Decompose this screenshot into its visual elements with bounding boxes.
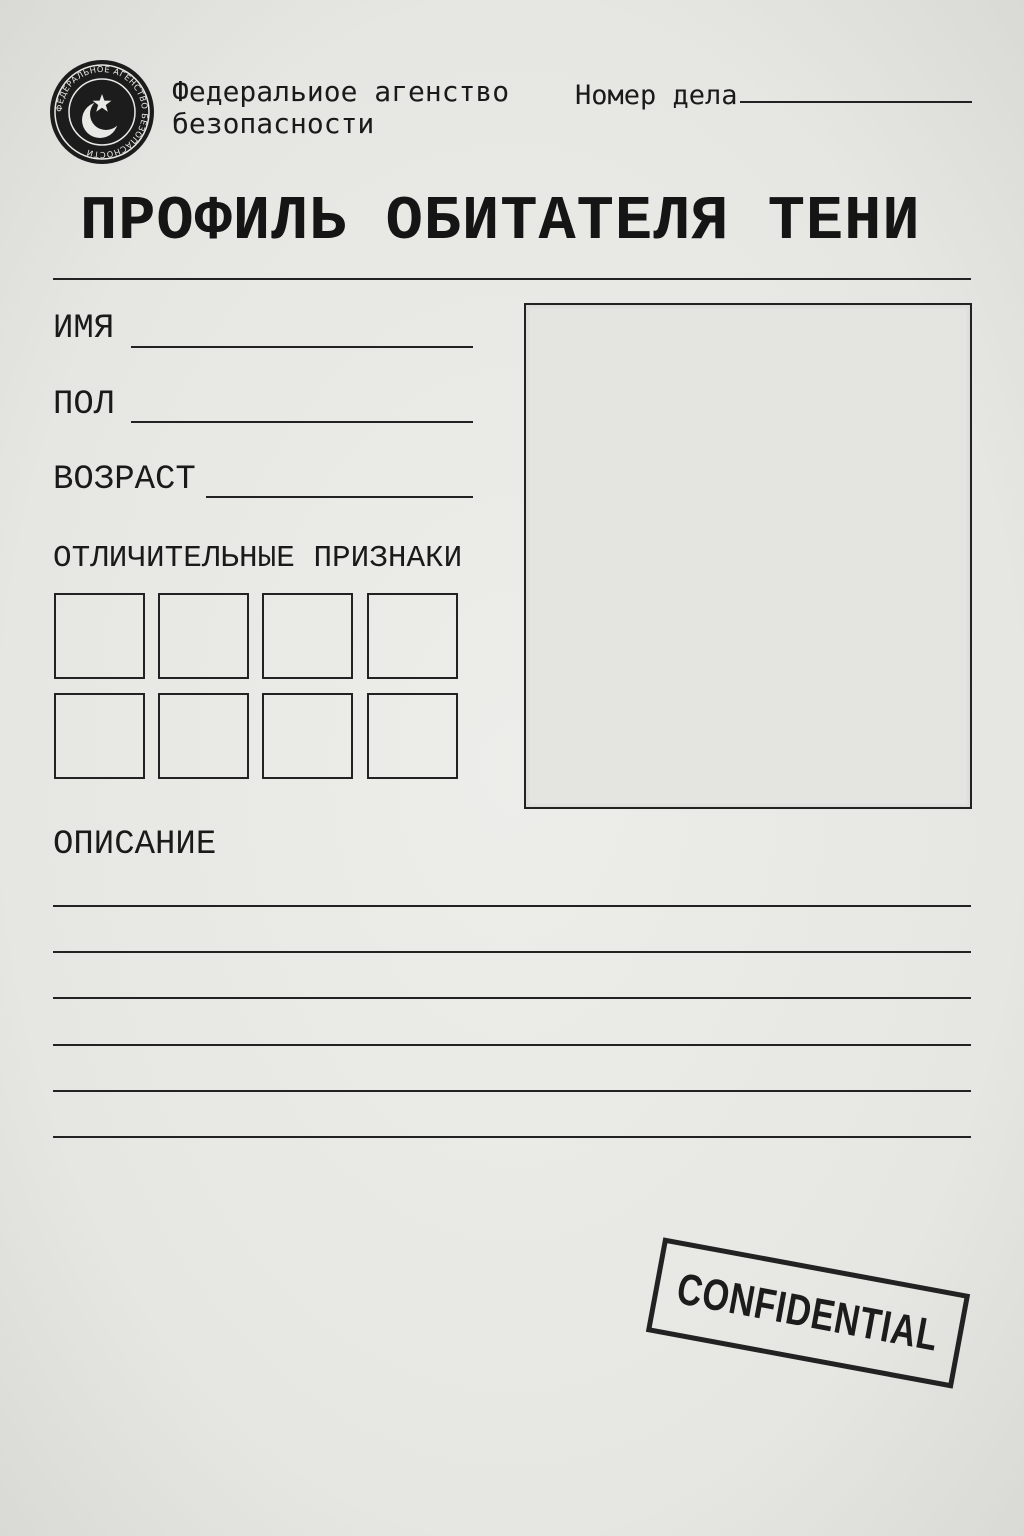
description-label: ОПИСАНИЕ (53, 826, 217, 864)
name-label: ИМЯ (53, 310, 115, 348)
distinguishing-mark-box[interactable] (158, 693, 249, 779)
age-field[interactable] (206, 496, 473, 498)
distinguishing-marks-label: ОТЛИЧИТЕЛЬНЫЕ ПРИЗНАКИ (53, 541, 463, 576)
case-number-field[interactable] (740, 101, 972, 103)
agency-name: Федеральиое агенство безопасности (172, 76, 509, 140)
confidential-stamp: CONFIDENTIAL (645, 1237, 971, 1389)
agency-name-line2: безопасности (172, 107, 375, 140)
photo-frame[interactable] (524, 303, 972, 809)
page-title: ПРОФИЛЬ ОБИТАТЕЛЯ ТЕНИ (80, 186, 921, 257)
description-line[interactable] (53, 905, 971, 907)
agency-name-line1: Федеральиое агенство (172, 75, 510, 108)
distinguishing-mark-box[interactable] (367, 693, 458, 779)
case-number-label: Номер дела (575, 80, 738, 111)
distinguishing-mark-box[interactable] (262, 593, 353, 679)
distinguishing-mark-box[interactable] (54, 593, 145, 679)
description-line[interactable] (53, 1044, 971, 1046)
distinguishing-mark-box[interactable] (54, 693, 145, 779)
name-field[interactable] (131, 346, 473, 348)
distinguishing-mark-box[interactable] (158, 593, 249, 679)
agency-seal-icon: ФЕДЕРАЛЬНОЕ АГЕНСТВО БЕЗОПАСНОСТИ (50, 60, 154, 164)
dossier-page: ФЕДЕРАЛЬНОЕ АГЕНСТВО БЕЗОПАСНОСТИ Федера… (0, 0, 1024, 1536)
gender-label: ПОЛ (53, 386, 115, 424)
header-divider (53, 278, 971, 280)
distinguishing-mark-box[interactable] (367, 593, 458, 679)
distinguishing-mark-box[interactable] (262, 693, 353, 779)
description-line[interactable] (53, 997, 971, 999)
age-label: ВОЗРАСТ (53, 461, 196, 499)
gender-field[interactable] (131, 421, 473, 423)
description-line[interactable] (53, 1136, 971, 1138)
description-line[interactable] (53, 1090, 971, 1092)
description-line[interactable] (53, 951, 971, 953)
confidential-stamp-text: CONFIDENTIAL (673, 1264, 943, 1361)
